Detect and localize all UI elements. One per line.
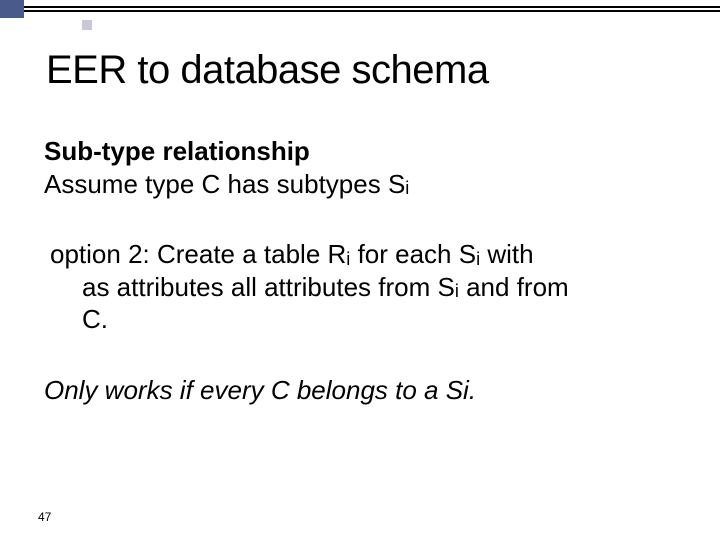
option2-line2b: and from bbox=[459, 272, 569, 302]
option-2-block: option 2: Create a table Ri for each Si … bbox=[44, 238, 682, 336]
slide-body: Sub-type relationship Assume type C has … bbox=[38, 135, 682, 406]
option2-line1c: with bbox=[480, 239, 533, 269]
option2-line1b: for each S bbox=[350, 239, 476, 269]
slide-top-decorative-bar bbox=[0, 0, 720, 18]
subscript-i: i bbox=[455, 281, 459, 301]
constraint-note: Only works if every C belongs to a Si. bbox=[44, 374, 682, 407]
top-bar-accent-square bbox=[0, 0, 24, 18]
slide-title: EER to database schema bbox=[46, 48, 682, 93]
slide-content: EER to database schema Sub-type relation… bbox=[38, 48, 682, 406]
subscript-i: i bbox=[346, 249, 350, 269]
assume-prefix: Assume type C has subtypes S bbox=[44, 169, 405, 199]
option2-line1a: option 2: Create a table R bbox=[50, 239, 346, 269]
top-small-decorative-square bbox=[82, 20, 92, 30]
option-2-line-2: as attributes all attributes from Si and… bbox=[50, 271, 682, 304]
option2-line2a: as attributes all attributes from S bbox=[82, 272, 455, 302]
page-number: 47 bbox=[38, 510, 51, 524]
option-2-line-1: option 2: Create a table Ri for each Si … bbox=[50, 238, 682, 271]
subscript-i: i bbox=[476, 249, 480, 269]
subscript-i: i bbox=[405, 178, 409, 198]
assume-line: Assume type C has subtypes Si bbox=[44, 168, 682, 201]
subtype-heading: Sub-type relationship bbox=[44, 135, 682, 168]
top-bar-double-line bbox=[24, 0, 720, 18]
option-2-line-3: C. bbox=[50, 303, 682, 336]
